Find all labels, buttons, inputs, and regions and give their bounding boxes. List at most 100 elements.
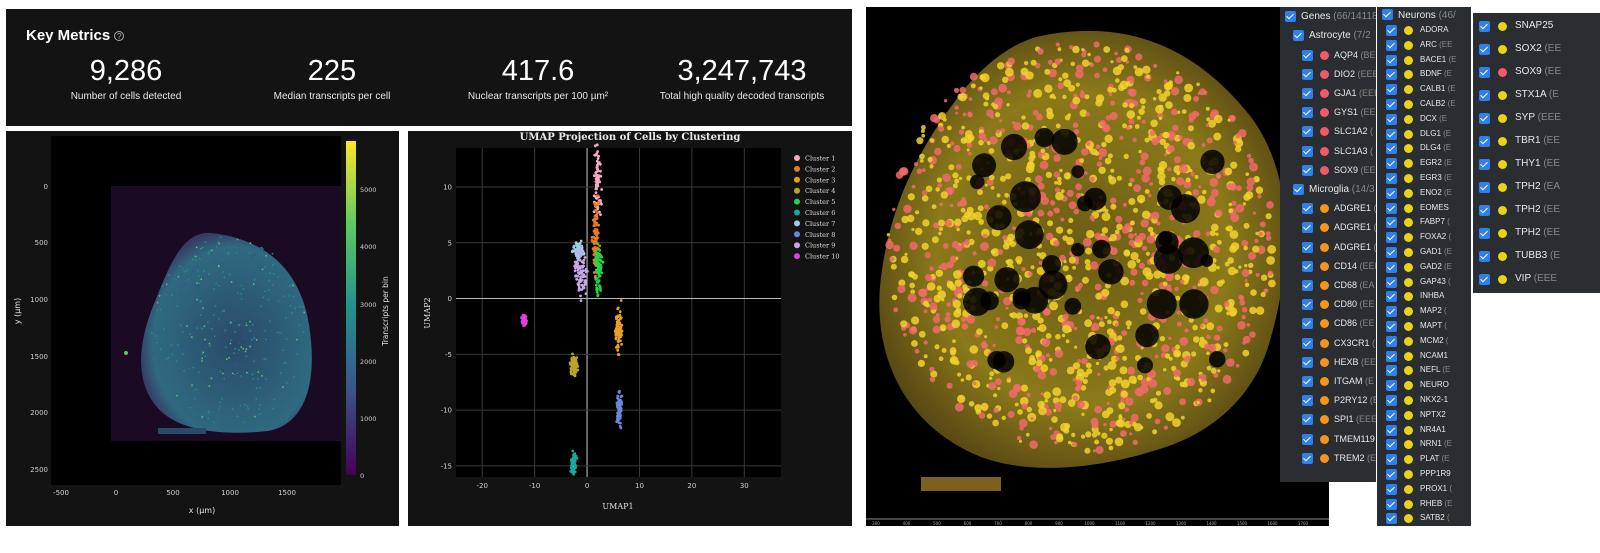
checkbox[interactable]	[1386, 202, 1397, 214]
checkbox[interactable]	[1386, 25, 1397, 36]
checkbox[interactable]	[1479, 90, 1490, 101]
checkbox[interactable]	[1386, 409, 1397, 421]
gene-row[interactable]: HEXB (EE	[1280, 353, 1376, 372]
gene-row[interactable]: GAD1 (E	[1377, 245, 1471, 260]
gene-row[interactable]: ADGRE1 (	[1280, 218, 1376, 237]
checkbox[interactable]	[1386, 469, 1397, 480]
checkbox[interactable]	[1386, 350, 1397, 362]
gene-row[interactable]: BDNF (E	[1377, 67, 1471, 82]
checkbox[interactable]	[1386, 291, 1397, 303]
checkbox[interactable]	[1302, 433, 1313, 445]
checkbox[interactable]	[1302, 318, 1313, 330]
checkbox[interactable]	[1293, 183, 1304, 195]
gene-row[interactable]: P2RY12 (E	[1280, 391, 1376, 410]
gene-row[interactable]: TREM2 (E	[1280, 449, 1376, 468]
gene-row[interactable]: ADGRE1 (	[1280, 238, 1376, 257]
gene-row[interactable]: ENO2 (E	[1377, 186, 1471, 201]
gene-row[interactable]: SYP (EEE	[1473, 109, 1600, 128]
checkbox[interactable]	[1302, 395, 1313, 407]
gene-row[interactable]: STX1A (E	[1473, 86, 1600, 105]
checkbox[interactable]	[1302, 241, 1313, 253]
gene-row[interactable]: EGR2 (E	[1377, 156, 1471, 171]
checkbox[interactable]	[1386, 454, 1397, 466]
checkbox[interactable]	[1302, 145, 1313, 157]
help-icon[interactable]: ?	[114, 31, 125, 41]
checkbox[interactable]	[1302, 87, 1313, 99]
checkbox[interactable]	[1479, 274, 1490, 285]
gene-row[interactable]: NRN1 (E	[1377, 437, 1471, 452]
gene-row[interactable]: TPH2 (EE	[1473, 224, 1600, 243]
checkbox[interactable]	[1302, 375, 1313, 387]
checkbox[interactable]	[1302, 126, 1313, 138]
group-row[interactable]: Microglia (14/3	[1280, 179, 1376, 200]
checkbox[interactable]	[1302, 356, 1313, 368]
checkbox[interactable]	[1386, 143, 1397, 155]
checkbox[interactable]	[1386, 128, 1397, 140]
checkbox[interactable]	[1479, 159, 1490, 170]
neurons-header[interactable]: Neurons (46/	[1377, 7, 1471, 23]
gene-row[interactable]: TPH2 (EE	[1473, 201, 1600, 220]
gene-row[interactable]: TUBB3 (E	[1473, 247, 1600, 266]
gene-row[interactable]: SLC1A3 (	[1280, 142, 1376, 161]
checkbox[interactable]	[1386, 261, 1397, 273]
checkbox[interactable]	[1386, 335, 1397, 347]
genes-header[interactable]: Genes (66/14118)	[1280, 7, 1376, 27]
gene-row[interactable]: VIP (EEE	[1473, 270, 1600, 289]
gene-row[interactable]: FOXA2 (	[1377, 230, 1471, 245]
gene-row[interactable]: GAD2 (E	[1377, 260, 1471, 275]
checkbox[interactable]	[1479, 113, 1490, 124]
gene-row[interactable]: EOMES	[1377, 201, 1471, 216]
gene-row[interactable]: CALB2 (E	[1377, 97, 1471, 112]
checkbox[interactable]	[1386, 439, 1397, 451]
checkbox[interactable]	[1302, 203, 1313, 215]
gene-row[interactable]: GYS1 (EEE	[1280, 103, 1376, 122]
checkbox[interactable]	[1302, 279, 1313, 291]
checkbox[interactable]	[1386, 365, 1397, 377]
gene-row[interactable]: GJA1 (EEE	[1280, 84, 1376, 103]
gene-row[interactable]: MCM2 (	[1377, 334, 1471, 349]
checkbox[interactable]	[1479, 44, 1490, 55]
checkbox[interactable]	[1386, 69, 1397, 81]
checkbox[interactable]	[1386, 217, 1397, 229]
gene-row[interactable]: SNAP25	[1473, 17, 1600, 36]
gene-row[interactable]: TBR1 (EE	[1473, 132, 1600, 151]
gene-row[interactable]: THY1 (EE	[1473, 155, 1600, 174]
gene-row[interactable]: MAP2 (	[1377, 304, 1471, 319]
more-genes-legend-panel[interactable]: SNAP25 SOX2 (EE SOX9 (EE STX1A (E SYP (EEE TB…	[1473, 13, 1600, 293]
checkbox[interactable]	[1386, 380, 1397, 392]
checkbox[interactable]	[1386, 483, 1397, 495]
gene-row[interactable]: GAP43 (	[1377, 275, 1471, 290]
gene-row[interactable]: SATB2 (	[1377, 511, 1471, 526]
gene-row[interactable]: CALB1 (E	[1377, 82, 1471, 97]
checkbox[interactable]	[1386, 173, 1397, 184]
neurons-checkbox[interactable]	[1382, 9, 1393, 20]
gene-row[interactable]: CD80 (EE	[1280, 295, 1376, 314]
genes-legend-panel[interactable]: Genes (66/14118) Astrocyte (7/2AQP4 (BED…	[1280, 7, 1376, 482]
gene-row[interactable]: CD68 (EA	[1280, 276, 1376, 295]
checkbox[interactable]	[1479, 21, 1490, 32]
gene-row[interactable]: EGR3 (E	[1377, 171, 1471, 186]
gene-row[interactable]: ADGRE1 (	[1280, 199, 1376, 218]
checkbox[interactable]	[1302, 260, 1313, 272]
checkbox[interactable]	[1386, 54, 1397, 66]
neurons-legend-panel[interactable]: Neurons (46/ ADORA ARC (EE BACE1 (E BDNF (E…	[1377, 7, 1471, 526]
checkbox[interactable]	[1386, 276, 1397, 288]
gene-row[interactable]: NKX2-1	[1377, 393, 1471, 408]
checkbox[interactable]	[1386, 395, 1397, 406]
gene-row[interactable]: AQP4 (BE	[1280, 46, 1376, 65]
checkbox[interactable]	[1386, 306, 1397, 318]
gene-row[interactable]: DLG4 (E	[1377, 141, 1471, 156]
checkbox[interactable]	[1386, 424, 1397, 436]
gene-row[interactable]: NPTX2	[1377, 408, 1471, 423]
checkbox[interactable]	[1293, 30, 1304, 42]
checkbox[interactable]	[1302, 49, 1313, 61]
gene-row[interactable]: SOX2 (EE	[1473, 40, 1600, 59]
gene-row[interactable]: SPI1 (EEE	[1280, 410, 1376, 429]
gene-row[interactable]: DCX (E	[1377, 112, 1471, 127]
group-row[interactable]: Astrocyte (7/2	[1280, 26, 1376, 46]
checkbox[interactable]	[1386, 187, 1397, 199]
gene-row[interactable]: NCAM1	[1377, 349, 1471, 364]
gene-row[interactable]: NEFL (E	[1377, 363, 1471, 378]
checkbox[interactable]	[1386, 84, 1397, 96]
gene-row[interactable]: CX3CR1 (	[1280, 334, 1376, 353]
